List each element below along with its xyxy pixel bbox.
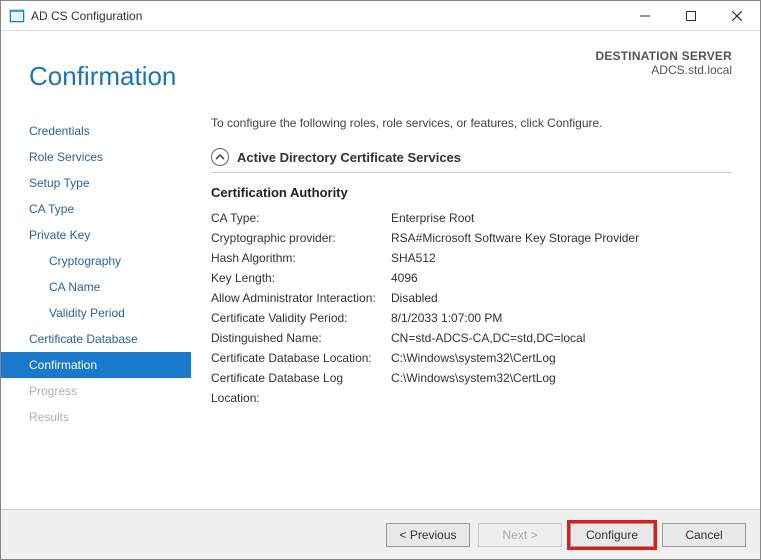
properties-list: CA Type:Enterprise RootCryptographic pro…: [211, 208, 732, 408]
nav-item-private-key[interactable]: Private Key: [1, 222, 191, 248]
property-key: CA Type:: [211, 208, 391, 228]
property-value: 4096: [391, 268, 732, 288]
property-row: Certificate Database Log Location:C:\Win…: [211, 368, 732, 408]
property-row: Key Length:4096: [211, 268, 732, 288]
previous-button[interactable]: < Previous: [386, 523, 470, 547]
body: CredentialsRole ServicesSetup TypeCA Typ…: [1, 110, 760, 533]
property-value: SHA512: [391, 248, 732, 268]
property-value: C:\Windows\system32\CertLog: [391, 348, 732, 368]
nav-item-certificate-database[interactable]: Certificate Database: [1, 326, 191, 352]
nav-item-cryptography[interactable]: Cryptography: [1, 248, 191, 274]
property-key: Allow Administrator Interaction:: [211, 288, 391, 308]
section-title: Active Directory Certificate Services: [237, 150, 461, 165]
minimize-button[interactable]: [622, 1, 668, 30]
header: DESTINATION SERVER ADCS.std.local Confir…: [1, 31, 760, 110]
destination-server-host: ADCS.std.local: [595, 63, 732, 77]
chevron-up-icon: [211, 148, 229, 166]
nav-item-results: Results: [1, 404, 191, 430]
property-value: RSA#Microsoft Software Key Storage Provi…: [391, 228, 732, 248]
titlebar: AD CS Configuration: [1, 1, 760, 31]
nav-item-ca-name[interactable]: CA Name: [1, 274, 191, 300]
footer: < Previous Next > Configure Cancel: [1, 509, 760, 559]
destination-server-label: DESTINATION SERVER ADCS.std.local: [595, 49, 732, 77]
nav-item-setup-type[interactable]: Setup Type: [1, 170, 191, 196]
nav-item-credentials[interactable]: Credentials: [1, 118, 191, 144]
cancel-button[interactable]: Cancel: [662, 523, 746, 547]
window-title: AD CS Configuration: [31, 9, 622, 23]
property-row: Certificate Validity Period:8/1/2033 1:0…: [211, 308, 732, 328]
nav-item-ca-type[interactable]: CA Type: [1, 196, 191, 222]
maximize-button[interactable]: [668, 1, 714, 30]
nav-item-role-services[interactable]: Role Services: [1, 144, 191, 170]
app-icon: [9, 8, 25, 24]
close-button[interactable]: [714, 1, 760, 30]
property-key: Certificate Database Log Location:: [211, 368, 391, 408]
next-button: Next >: [478, 523, 562, 547]
subsection-title: Certification Authority: [211, 185, 732, 200]
property-key: Key Length:: [211, 268, 391, 288]
property-row: Cryptographic provider:RSA#Microsoft Sof…: [211, 228, 732, 248]
intro-text: To configure the following roles, role s…: [211, 116, 732, 130]
property-row: Hash Algorithm:SHA512: [211, 248, 732, 268]
property-row: Certificate Database Location:C:\Windows…: [211, 348, 732, 368]
property-value: CN=std-ADCS-CA,DC=std,DC=local: [391, 328, 732, 348]
property-row: Allow Administrator Interaction:Disabled: [211, 288, 732, 308]
configure-button[interactable]: Configure: [570, 523, 654, 547]
nav-item-confirmation[interactable]: Confirmation: [1, 352, 191, 378]
content: To configure the following roles, role s…: [191, 110, 760, 533]
property-key: Certificate Validity Period:: [211, 308, 391, 328]
property-key: Hash Algorithm:: [211, 248, 391, 268]
sidebar: CredentialsRole ServicesSetup TypeCA Typ…: [1, 110, 191, 533]
nav-item-validity-period[interactable]: Validity Period: [1, 300, 191, 326]
destination-server-title: DESTINATION SERVER: [595, 49, 732, 63]
property-value: Disabled: [391, 288, 732, 308]
property-key: Distinguished Name:: [211, 328, 391, 348]
property-key: Certificate Database Location:: [211, 348, 391, 368]
window-controls: [622, 1, 760, 30]
property-value: C:\Windows\system32\CertLog: [391, 368, 732, 408]
section-header[interactable]: Active Directory Certificate Services: [211, 148, 732, 173]
property-value: 8/1/2033 1:07:00 PM: [391, 308, 732, 328]
property-row: Distinguished Name:CN=std-ADCS-CA,DC=std…: [211, 328, 732, 348]
property-row: CA Type:Enterprise Root: [211, 208, 732, 228]
nav-item-progress: Progress: [1, 378, 191, 404]
property-key: Cryptographic provider:: [211, 228, 391, 248]
property-value: Enterprise Root: [391, 208, 732, 228]
